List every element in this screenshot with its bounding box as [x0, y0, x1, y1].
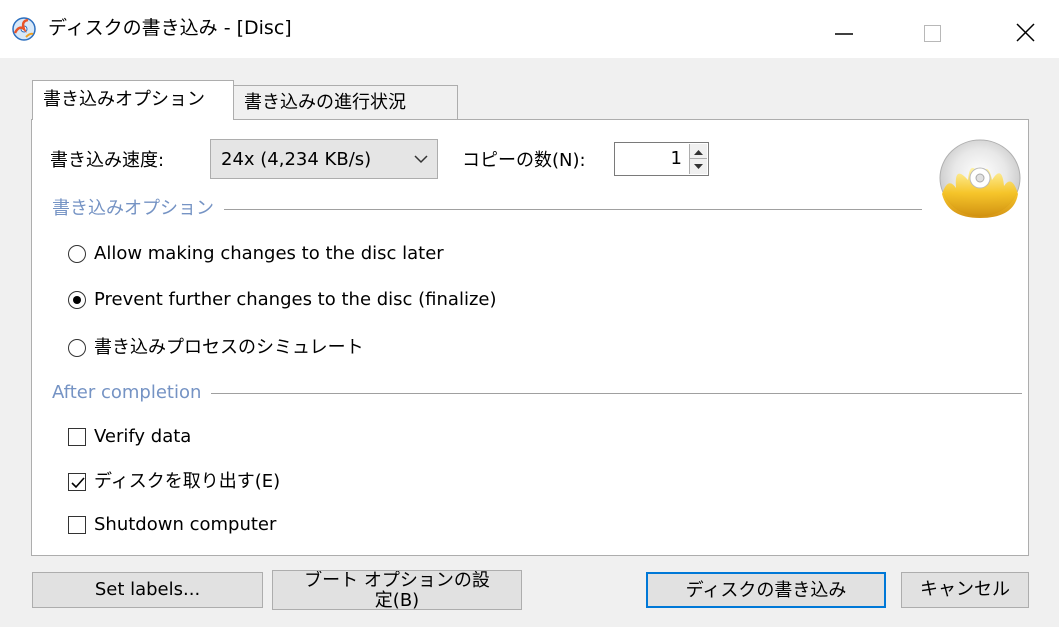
checkbox-label: Verify data — [94, 426, 192, 447]
button-label: ブート オプションの設定(B) — [304, 570, 490, 610]
copies-label: コピーの数(N): — [462, 150, 586, 171]
radio-label: Allow making changes to the disc later — [94, 243, 444, 264]
radio-label: 書き込みプロセスのシミュレート — [94, 337, 364, 358]
button-label: ディスクの書き込み — [685, 580, 847, 601]
close-icon — [1016, 23, 1035, 42]
write-speed-select[interactable]: 24x (4,234 KB/s) — [210, 139, 438, 179]
burn-disc-icon — [12, 17, 36, 41]
radio-selected-dot — [73, 296, 81, 304]
checkbox[interactable] — [68, 516, 86, 534]
radio-button[interactable] — [68, 245, 86, 263]
copies-stepper[interactable]: 1 — [614, 142, 709, 176]
cancel-button[interactable]: キャンセル — [901, 572, 1029, 608]
copies-value: 1 — [670, 148, 682, 169]
tab-write-progress[interactable]: 書き込みの進行状況 — [234, 85, 458, 119]
window-title: ディスクの書き込み - [Disc] — [48, 17, 292, 39]
arrow-up-icon — [694, 150, 703, 155]
tab-write-options[interactable]: 書き込みオプション — [32, 80, 234, 120]
burn-disc-button[interactable]: ディスクの書き込み — [646, 572, 886, 608]
spin-down-button[interactable] — [690, 159, 707, 173]
after-completion-group-header: After completion — [52, 381, 1022, 405]
checkbox[interactable] — [68, 473, 86, 491]
title-bar: ディスクの書き込み - [Disc] — [0, 0, 1059, 58]
checkbox-label: ディスクを取り出す(E) — [94, 471, 281, 492]
after-completion-group-title: After completion — [52, 381, 212, 405]
burning-disc-icon — [934, 136, 1026, 224]
copies-spin — [689, 144, 707, 174]
boot-options-button[interactable]: ブート オプションの設定(B) — [272, 570, 522, 610]
maximize-button[interactable] — [884, 0, 972, 58]
close-button[interactable] — [971, 0, 1059, 58]
minimize-icon — [835, 33, 853, 35]
checkbox[interactable] — [68, 428, 86, 446]
radio-button[interactable] — [68, 339, 86, 357]
spin-up-button[interactable] — [690, 144, 707, 159]
write-speed-label: 書き込み速度: — [50, 150, 165, 171]
set-labels-button[interactable]: Set labels... — [32, 572, 263, 608]
write-options-group-header: 書き込みオプション — [52, 197, 922, 221]
write-options-group-title: 書き込みオプション — [52, 197, 224, 221]
arrow-down-icon — [694, 164, 703, 169]
radio-button[interactable] — [68, 291, 86, 309]
radio-label: Prevent further changes to the disc (fin… — [94, 289, 497, 310]
checkbox-label: Shutdown computer — [94, 514, 277, 535]
chevron-down-icon — [414, 155, 428, 164]
button-label: Set labels... — [94, 579, 201, 600]
maximize-icon — [924, 25, 941, 42]
write-speed-value: 24x (4,234 KB/s) — [221, 149, 372, 170]
checkmark-icon — [71, 477, 85, 489]
minimize-button[interactable] — [796, 0, 884, 58]
button-label: キャンセル — [920, 579, 1010, 600]
